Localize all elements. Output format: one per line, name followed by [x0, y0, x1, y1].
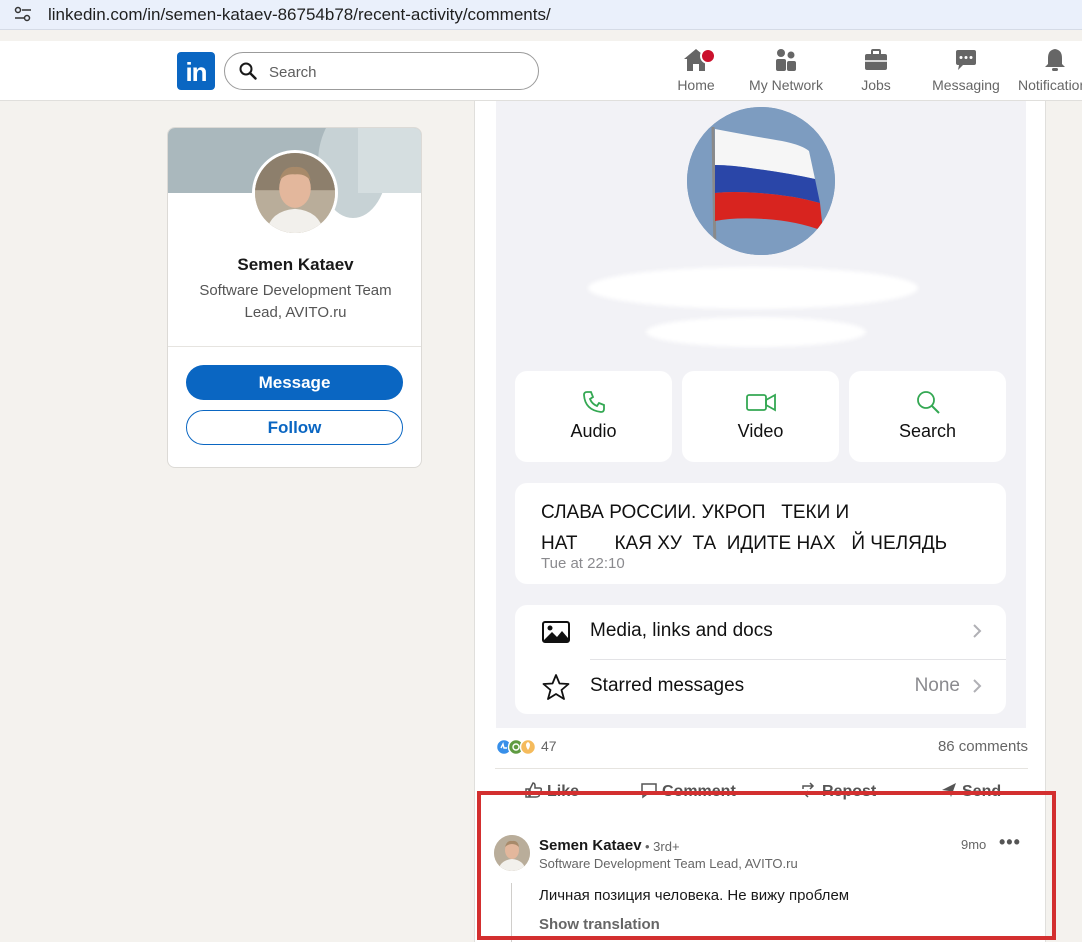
show-translation-button[interactable]: Show translation	[539, 916, 660, 933]
nav-item-my-network[interactable]: My Network	[748, 47, 824, 97]
nav-label: Jobs	[861, 77, 891, 93]
comment-icon	[641, 783, 657, 799]
reactions-count[interactable]: 47	[541, 738, 557, 754]
commenter-headline: Software Development Team Lead, AVITO.ru	[539, 856, 798, 871]
chat-options-list: Media, links and docs Starred messages N…	[515, 605, 1006, 714]
send-button[interactable]: Send	[940, 781, 1001, 801]
star-icon	[542, 674, 570, 700]
network-icon	[776, 49, 796, 71]
nav-label: Messaging	[932, 77, 1000, 93]
commenter-avatar[interactable]	[494, 835, 530, 871]
divider	[495, 768, 1028, 769]
russia-flag-avatar	[687, 107, 835, 255]
nav-item-messaging[interactable]: Messaging	[932, 47, 1000, 97]
nav-label: My Network	[749, 77, 823, 93]
post-image[interactable]: Audio Video Search СЛАВА РОССИИ. УКРОП Т…	[496, 101, 1026, 728]
nav-item-jobs[interactable]: Jobs	[854, 47, 898, 97]
profile-name[interactable]: Semen Kataev	[168, 255, 421, 275]
nav-label: Notifications	[1018, 77, 1082, 93]
message-text-line-1: СЛАВА РОССИИ. УКРОП ТЕКИ И	[541, 502, 850, 523]
commenter-photo	[494, 835, 530, 871]
social-counts: 47 86 comments	[495, 736, 1030, 758]
more-options-button[interactable]: •••	[999, 832, 1021, 853]
like-icon	[525, 782, 543, 798]
nav-item-home[interactable]: Home	[674, 47, 718, 97]
image-icon	[542, 621, 570, 643]
media-links-docs-row[interactable]: Media, links and docs	[515, 605, 1006, 659]
like-label: Like	[547, 783, 580, 800]
commenter-name[interactable]: Semen Kataev	[539, 837, 642, 854]
profile-card: Semen Kataev Software Development Team L…	[167, 127, 422, 468]
message-button[interactable]: Message	[186, 365, 403, 400]
nav-item-notifications[interactable]: Notifications	[1018, 47, 1082, 97]
thread-line	[511, 883, 512, 942]
search-icon	[916, 391, 940, 414]
menu-label: Starred messages	[590, 675, 745, 696]
follow-button[interactable]: Follow	[186, 410, 403, 445]
post-actions: Like Comment Repost Send	[495, 781, 1030, 805]
tile-label: Video	[737, 421, 784, 441]
tile-label: Search	[898, 421, 957, 441]
phone-icon	[582, 391, 605, 413]
profile-headline: Software Development Team Lead, AVITO.ru	[199, 282, 392, 321]
avatar[interactable]	[252, 150, 338, 236]
reactions-icon[interactable]	[495, 738, 541, 756]
message-time: Tue at 22:10	[541, 555, 625, 572]
repost-button[interactable]: Repost	[800, 781, 876, 801]
chevron-right-icon	[973, 624, 982, 638]
nav-label: Home	[677, 77, 715, 93]
repost-icon	[802, 782, 816, 798]
search-icon	[239, 62, 257, 80]
menu-value: None	[914, 675, 960, 696]
post-card: Audio Video Search СЛАВА РОССИИ. УКРОП Т…	[474, 101, 1046, 942]
redacted-subtitle	[646, 317, 866, 347]
connection-degree: • 3rd+	[645, 839, 680, 854]
like-button[interactable]: Like	[525, 781, 579, 801]
top-navigation: in Home My Network Jobs Me	[0, 41, 1082, 101]
send-icon	[942, 783, 956, 797]
bell-icon	[1045, 49, 1065, 71]
briefcase-icon	[865, 49, 887, 70]
linkedin-logo[interactable]: in	[177, 52, 215, 90]
redacted-name	[588, 267, 918, 309]
profile-photo	[255, 153, 335, 233]
comments-count[interactable]: 86 comments	[938, 738, 1028, 755]
chat-icon	[956, 50, 976, 70]
chevron-right-icon	[973, 679, 982, 693]
starred-messages-row[interactable]: Starred messages None	[515, 660, 1006, 714]
comment-time: 9mo	[961, 837, 987, 852]
audio-tile[interactable]: Audio	[515, 371, 672, 462]
browser-address-bar[interactable]: linkedin.com/in/semen-kataev-86754b78/re…	[0, 0, 1082, 30]
comment-item: Semen Kataev • 3rd+ Software Development…	[475, 821, 1047, 942]
send-label: Send	[962, 783, 1002, 800]
video-tile[interactable]: Video	[682, 371, 839, 462]
comment-label: Comment	[662, 783, 736, 800]
search-box[interactable]	[224, 52, 539, 90]
repost-label: Repost	[822, 783, 877, 800]
menu-label: Media, links and docs	[590, 620, 773, 641]
divider	[168, 346, 421, 347]
notification-badge	[700, 48, 716, 64]
search-input[interactable]	[269, 61, 519, 83]
url-text[interactable]: linkedin.com/in/semen-kataev-86754b78/re…	[48, 5, 551, 25]
video-icon	[745, 393, 776, 412]
comment-button[interactable]: Comment	[640, 781, 736, 801]
search-tile[interactable]: Search	[849, 371, 1006, 462]
tile-label: Audio	[570, 421, 617, 441]
site-settings-icon[interactable]	[14, 6, 32, 22]
comment-text: Личная позиция человека. Не вижу проблем	[539, 887, 850, 904]
message-bubble: СЛАВА РОССИИ. УКРОП ТЕКИ И НАТ КАЯ ХУ ТА…	[515, 483, 1006, 584]
